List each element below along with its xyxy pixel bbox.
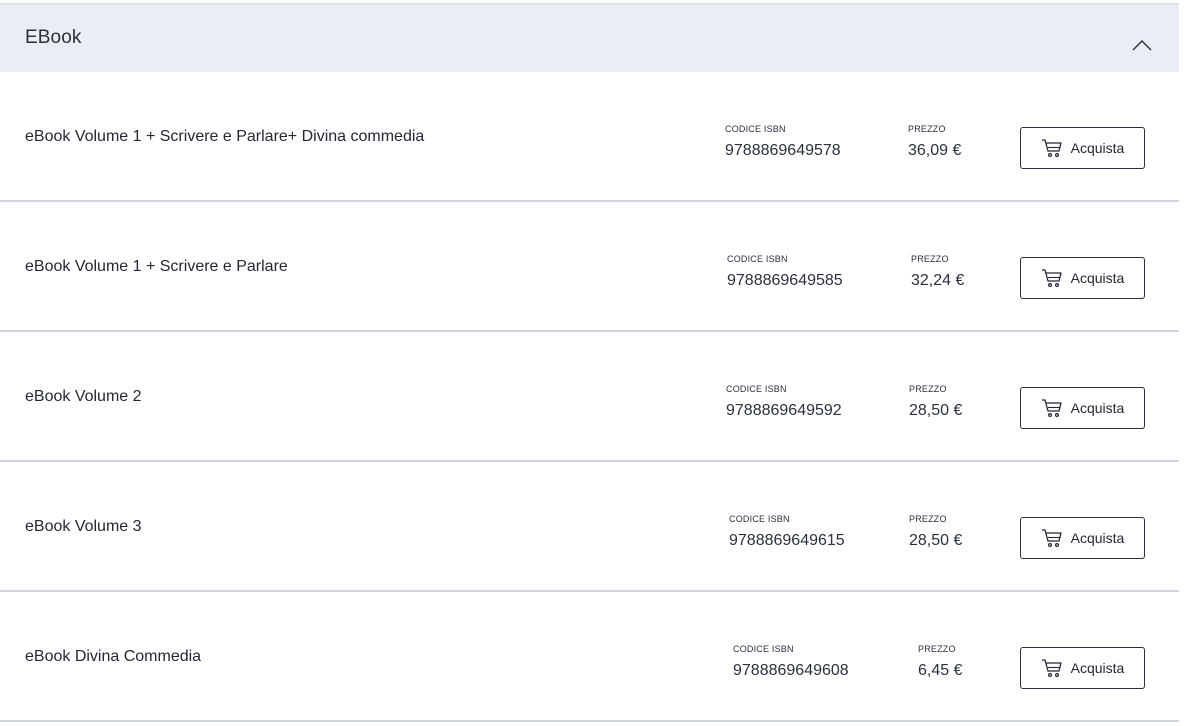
product-row: eBook Volume 1 + Scrivere e Parlare CODI…	[0, 202, 1179, 332]
isbn-value: 9788869649578	[725, 142, 841, 159]
price-value: 6,45 €	[918, 662, 963, 679]
price-label: PREZZO	[909, 514, 947, 524]
price-label: PREZZO	[909, 384, 947, 394]
buy-label: Acquista	[1070, 530, 1125, 546]
cart-icon	[1041, 268, 1063, 288]
isbn-label: CODICE ISBN	[729, 514, 790, 524]
price-label: PREZZO	[908, 124, 946, 134]
isbn-value: 9788869649585	[727, 272, 843, 289]
product-row: eBook Volume 1 + Scrivere e Parlare+ Div…	[0, 72, 1179, 202]
ebook-section-header[interactable]: EBook	[0, 3, 1179, 72]
price-value: 32,24 €	[911, 272, 965, 289]
buy-button[interactable]: Acquista	[1020, 257, 1145, 299]
buy-button[interactable]: Acquista	[1020, 127, 1145, 169]
buy-button[interactable]: Acquista	[1020, 387, 1145, 429]
product-title: eBook Volume 3	[25, 518, 142, 535]
buy-label: Acquista	[1070, 660, 1125, 676]
buy-button[interactable]: Acquista	[1020, 647, 1145, 689]
product-row: eBook Volume 2 CODICE ISBN 9788869649592…	[0, 332, 1179, 462]
isbn-value: 9788869649592	[726, 402, 842, 419]
price-field: PREZZO 6,45 €	[918, 644, 962, 680]
price-label: PREZZO	[918, 644, 956, 654]
ebook-panel: EBook eBook Volume 1 + Scrivere e Parlar…	[0, 0, 1179, 726]
price-value: 28,50 €	[909, 532, 963, 549]
product-title: eBook Volume 1 + Scrivere e Parlare+ Div…	[25, 128, 425, 145]
cart-icon	[1041, 658, 1063, 678]
isbn-field: CODICE ISBN 9788869649615	[729, 514, 845, 550]
price-field: PREZZO 32,24 €	[911, 254, 964, 290]
section-title: EBook	[25, 27, 82, 48]
buy-label: Acquista	[1070, 270, 1125, 286]
isbn-label: CODICE ISBN	[726, 384, 787, 394]
isbn-label: CODICE ISBN	[725, 124, 786, 134]
cart-icon	[1041, 528, 1063, 548]
isbn-field: CODICE ISBN 9788869649578	[725, 124, 841, 160]
buy-label: Acquista	[1070, 140, 1125, 156]
price-field: PREZZO 36,09 €	[908, 124, 961, 160]
product-title: eBook Divina Commedia	[25, 648, 202, 665]
price-value: 36,09 €	[908, 142, 962, 159]
price-field: PREZZO 28,50 €	[909, 384, 962, 420]
product-title: eBook Volume 1 + Scrivere e Parlare	[25, 258, 288, 275]
isbn-label: CODICE ISBN	[727, 254, 788, 264]
cart-icon	[1041, 398, 1063, 418]
product-row: eBook Volume 3 CODICE ISBN 9788869649615…	[0, 462, 1179, 592]
cart-icon	[1041, 138, 1063, 158]
buy-label: Acquista	[1070, 400, 1125, 416]
product-row: eBook Divina Commedia CODICE ISBN 978886…	[0, 592, 1179, 722]
isbn-value: 9788869649615	[729, 532, 845, 549]
price-field: PREZZO 28,50 €	[909, 514, 962, 550]
price-label: PREZZO	[911, 254, 949, 264]
isbn-label: CODICE ISBN	[733, 644, 794, 654]
product-title: eBook Volume 2	[25, 388, 142, 405]
isbn-field: CODICE ISBN 9788869649608	[733, 644, 849, 680]
price-value: 28,50 €	[909, 402, 963, 419]
isbn-field: CODICE ISBN 9788869649585	[727, 254, 843, 290]
chevron-up-icon[interactable]	[1129, 35, 1155, 55]
isbn-field: CODICE ISBN 9788869649592	[726, 384, 842, 420]
isbn-value: 9788869649608	[733, 662, 849, 679]
buy-button[interactable]: Acquista	[1020, 517, 1145, 559]
